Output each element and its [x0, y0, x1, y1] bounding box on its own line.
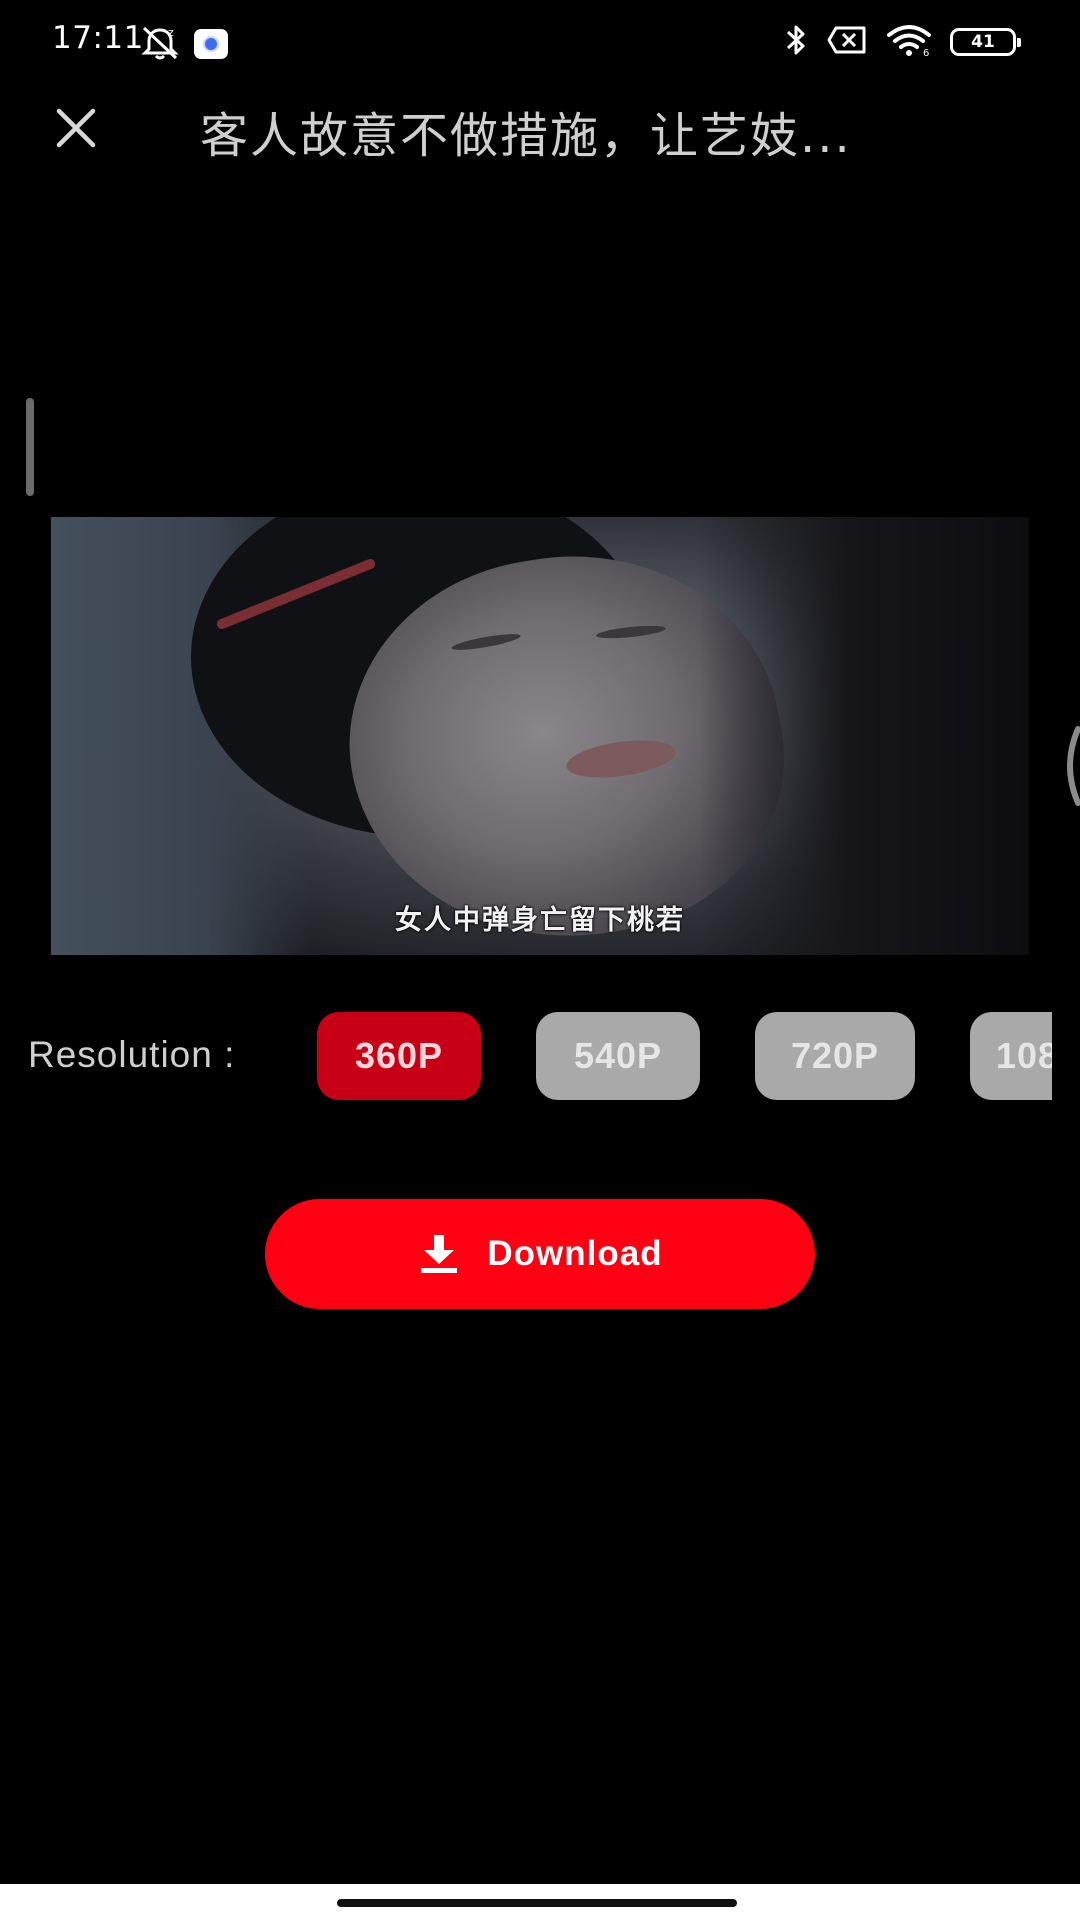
- svg-text:z: z: [168, 26, 174, 39]
- resolution-options: 360P 540P 720P 108: [317, 1012, 1052, 1100]
- resolution-label: Resolution :: [28, 1034, 236, 1075]
- close-button[interactable]: [48, 100, 104, 156]
- resolution-option-1080p[interactable]: 108: [970, 1012, 1052, 1100]
- download-icon: [421, 1235, 458, 1273]
- video-download-screen: 17:11 z 6 41 客人故意不做措施，让艺妓... 女人中弹身亡留下桃若 …: [0, 0, 1080, 1920]
- resolution-option-540p[interactable]: 540P: [536, 1012, 700, 1100]
- video-shadow: [699, 517, 1029, 955]
- svg-text:6: 6: [923, 48, 929, 57]
- status-bar: 17:11 z 6 41: [0, 0, 1080, 84]
- status-left-icons: z: [138, 22, 228, 66]
- resolution-option-360p[interactable]: 360P: [317, 1012, 481, 1100]
- side-swipe-handle[interactable]: [1058, 725, 1080, 807]
- battery-level: 41: [971, 31, 995, 52]
- wifi-icon: 6: [886, 23, 932, 61]
- home-indicator[interactable]: [337, 1899, 737, 1907]
- status-right-icons: 6 41: [784, 22, 1021, 62]
- battery-icon: 41: [950, 28, 1021, 56]
- alarm-off-icon: z: [138, 22, 182, 66]
- video-player[interactable]: 女人中弹身亡留下桃若: [51, 517, 1029, 955]
- download-label: Download: [487, 1234, 663, 1273]
- page-title: 客人故意不做措施，让艺妓...: [200, 108, 852, 164]
- download-button[interactable]: Download: [265, 1199, 815, 1309]
- status-time: 17:11: [52, 20, 144, 56]
- app-notification-icon: [194, 29, 228, 59]
- resolution-option-720p[interactable]: 720P: [755, 1012, 915, 1100]
- bluetooth-icon: [784, 22, 808, 62]
- scroll-indicator[interactable]: [26, 398, 34, 496]
- close-icon: [56, 108, 96, 148]
- sim-off-icon: [826, 25, 868, 59]
- video-subtitle: 女人中弹身亡留下桃若: [395, 905, 685, 936]
